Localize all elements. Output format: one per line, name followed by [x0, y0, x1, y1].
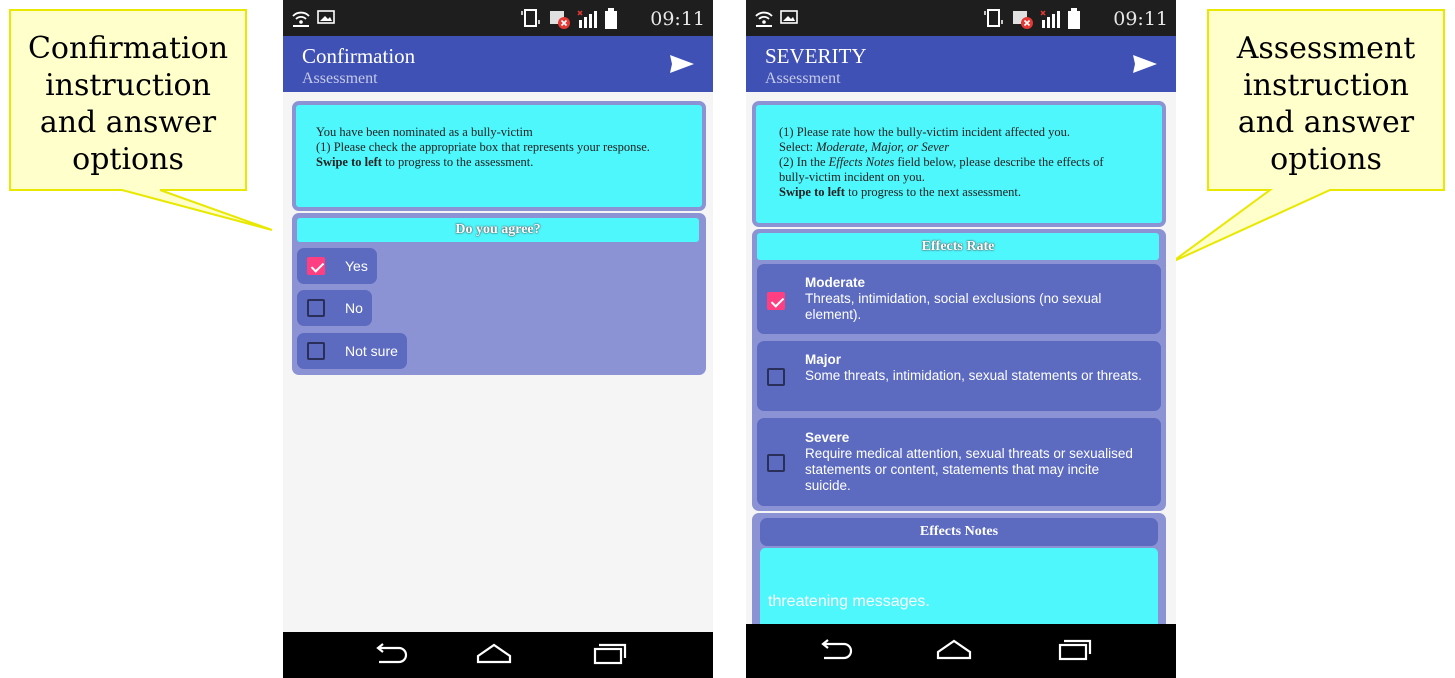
checkbox-checked-icon[interactable] [307, 257, 325, 275]
data-blocked-icon [550, 11, 570, 29]
instruction-line: (2) In the Effects Notes field below, pl… [779, 155, 1134, 185]
instruction-bold: Swipe to left [779, 185, 845, 199]
left-callout-line: Confirmation [27, 31, 229, 66]
signal-icon [1040, 10, 1060, 28]
option-text: Moderate Threats, intimidation, social e… [805, 275, 1145, 323]
right-callout-line: instruction [1243, 68, 1409, 103]
checkbox-checked-icon[interactable] [767, 292, 785, 310]
status-bar: 09:11 [283, 0, 713, 36]
right-callout-text: Assessment instruction and answer option… [1208, 30, 1444, 178]
option-no[interactable]: No [297, 290, 372, 326]
back-icon[interactable] [818, 638, 854, 664]
right-callout-line: options [1270, 142, 1382, 177]
app-bar: Confirmation Assessment [283, 36, 713, 92]
send-icon[interactable] [1132, 54, 1158, 74]
back-icon[interactable] [373, 642, 409, 668]
severity-screen: 09:11 SEVERITY Assessment (1) Please rat… [746, 0, 1176, 678]
navigation-bar [283, 632, 713, 678]
recent-apps-icon[interactable] [1056, 638, 1092, 664]
instruction-line: Swipe to left to progress to the assessm… [316, 155, 702, 170]
option-text: Major Some threats, intimidation, sexual… [805, 352, 1145, 384]
page-subtitle: Assessment [302, 70, 378, 87]
app-bar: SEVERITY Assessment [746, 36, 1176, 92]
left-callout-line: options [72, 142, 184, 177]
option-title: Moderate [805, 275, 866, 290]
instruction-rest: to progress to the next assessment. [844, 185, 1021, 199]
instruction-bold: Swipe to left [316, 155, 382, 169]
confirmation-screen: 09:11 Confirmation Assessment You have b… [283, 0, 713, 678]
instructions-card: You have been nominated as a bully-victi… [292, 101, 706, 211]
signal-icon [577, 10, 597, 28]
home-icon[interactable] [476, 642, 512, 668]
send-icon[interactable] [669, 54, 695, 74]
effects-rate-header: Effects Rate [757, 233, 1159, 260]
instruction-prefix: (2) In the [779, 155, 829, 169]
option-label: Yes [345, 258, 368, 274]
instruction-italic: Moderate, Major, or Sever [816, 140, 950, 154]
option-label: No [345, 300, 363, 316]
option-not-sure[interactable]: Not sure [297, 333, 407, 369]
question-group: Do you agree? Yes No Not sure [292, 213, 706, 375]
page-title: SEVERITY [765, 44, 867, 68]
checkbox-icon[interactable] [767, 368, 785, 386]
option-yes[interactable]: Yes [297, 248, 377, 284]
battery-icon [605, 8, 617, 29]
vibrate-icon [984, 9, 1003, 27]
option-severe[interactable]: Severe Require medical attention, sexual… [757, 418, 1161, 506]
page-subtitle: Assessment [765, 70, 841, 87]
effects-notes-header: Effects Notes [760, 518, 1158, 546]
image-notification-icon [780, 10, 798, 24]
instruction-line: (1) Please rate how the bully-victim inc… [779, 125, 1070, 139]
effects-notes-value: threatening messages. [768, 593, 930, 610]
right-callout-line: and answer [1237, 105, 1415, 140]
wifi-direct-icon [292, 11, 310, 27]
navigation-bar [746, 624, 1176, 678]
status-clock: 09:11 [1113, 8, 1168, 30]
effects-notes-label: Effects Notes [919, 524, 999, 539]
option-description: Some threats, intimidation, sexual state… [805, 368, 1142, 383]
question-header: Do you agree? [297, 218, 699, 242]
effects-rate-group: Effects Rate Moderate Threats, intimidat… [752, 229, 1166, 511]
left-callout-line: instruction [45, 68, 211, 103]
left-callout-line: and answer [39, 105, 217, 140]
left-callout-text: Confirmation instruction and answer opti… [10, 30, 246, 178]
battery-icon [1068, 8, 1080, 29]
option-moderate[interactable]: Moderate Threats, intimidation, social e… [757, 264, 1161, 334]
option-description: Require medical attention, sexual threat… [805, 446, 1133, 493]
home-icon[interactable] [936, 638, 972, 664]
instruction-line: Select: Moderate, Major, or Sever [779, 140, 1162, 155]
option-text: Severe Require medical attention, sexual… [805, 430, 1145, 494]
status-clock: 09:11 [650, 8, 705, 30]
instruction-line: (1) Please check the appropriate box tha… [316, 140, 650, 154]
option-description: Threats, intimidation, social exclusions… [805, 291, 1102, 322]
option-title: Major [805, 352, 842, 367]
data-blocked-icon [1013, 11, 1033, 29]
option-major[interactable]: Major Some threats, intimidation, sexual… [757, 341, 1161, 411]
checkbox-icon[interactable] [767, 454, 785, 472]
wifi-direct-icon [755, 11, 773, 27]
instruction-prefix: Select: [779, 140, 817, 154]
recent-apps-icon[interactable] [591, 642, 627, 668]
right-callout-line: Assessment [1236, 31, 1416, 66]
instruction-line: Swipe to left to progress to the next as… [779, 185, 1162, 200]
image-notification-icon [317, 10, 335, 24]
vibrate-icon [521, 9, 540, 27]
instruction-line: You have been nominated as a bully-victi… [316, 125, 533, 139]
option-label: Not sure [345, 343, 398, 359]
instruction-rest: to progress to the assessment. [381, 155, 534, 169]
instructions-card: (1) Please rate how the bully-victim inc… [752, 101, 1166, 227]
status-bar: 09:11 [746, 0, 1176, 36]
page-title: Confirmation [302, 44, 416, 68]
checkbox-icon[interactable] [307, 299, 325, 317]
checkbox-icon[interactable] [307, 342, 325, 360]
instruction-italic: Effects Notes [828, 155, 895, 169]
option-title: Severe [805, 430, 850, 445]
